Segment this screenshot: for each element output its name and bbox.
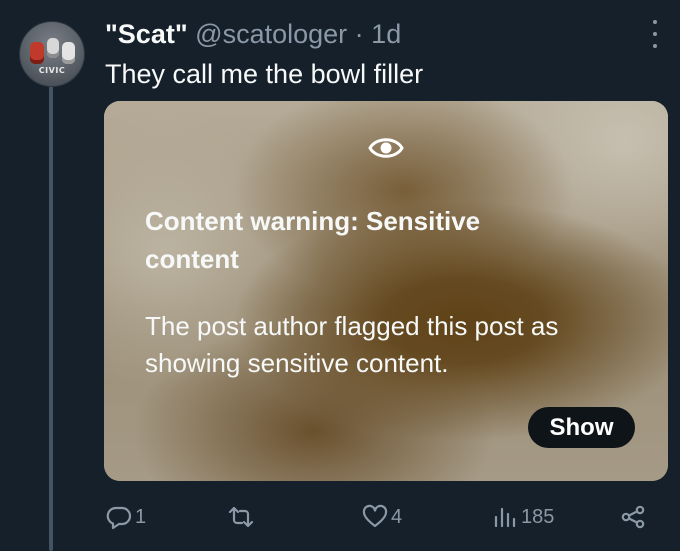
thread-line xyxy=(49,84,53,551)
reply-icon xyxy=(106,506,132,530)
repost-button[interactable] xyxy=(228,500,257,534)
views-button[interactable]: 185 xyxy=(492,500,554,534)
reply-count: 1 xyxy=(135,505,147,528)
content-warning-body: The post author flagged this post as sho… xyxy=(145,311,559,378)
avatar[interactable]: CIVIC xyxy=(19,21,85,87)
post-time[interactable]: 1d xyxy=(371,19,401,49)
share-button[interactable] xyxy=(620,500,646,534)
content-warning-title: Content warning: Sensitive content xyxy=(145,206,481,274)
action-bar: 1 4 185 xyxy=(0,500,680,534)
post-text: They call me the bowl filler xyxy=(105,59,424,89)
like-count: 4 xyxy=(391,505,403,528)
show-button[interactable]: Show xyxy=(528,407,635,448)
display-name[interactable]: "Scat" xyxy=(105,19,188,49)
post-header: "Scat" @scatologer · 1d xyxy=(105,17,401,51)
views-chart-icon xyxy=(494,507,516,528)
avatar-car-white xyxy=(47,38,59,58)
eye-icon xyxy=(368,138,404,158)
heart-icon xyxy=(362,504,388,528)
post: CIVIC "Scat" @scatologer · 1d They call … xyxy=(0,0,680,551)
sensitive-media: Content warning: Sensitive content The p… xyxy=(104,101,668,481)
like-button[interactable]: 4 xyxy=(362,500,402,534)
avatar-car-red xyxy=(30,42,44,64)
user-handle[interactable]: @scatologer xyxy=(195,19,347,49)
avatar-car-silver xyxy=(62,42,75,64)
avatar-logo-text: CIVIC xyxy=(38,66,66,75)
repost-icon xyxy=(228,506,254,528)
more-options-icon[interactable] xyxy=(648,20,662,48)
separator-dot: · xyxy=(354,19,364,49)
reply-button[interactable]: 1 xyxy=(106,500,146,534)
share-icon xyxy=(621,505,645,529)
views-count: 185 xyxy=(521,505,555,528)
